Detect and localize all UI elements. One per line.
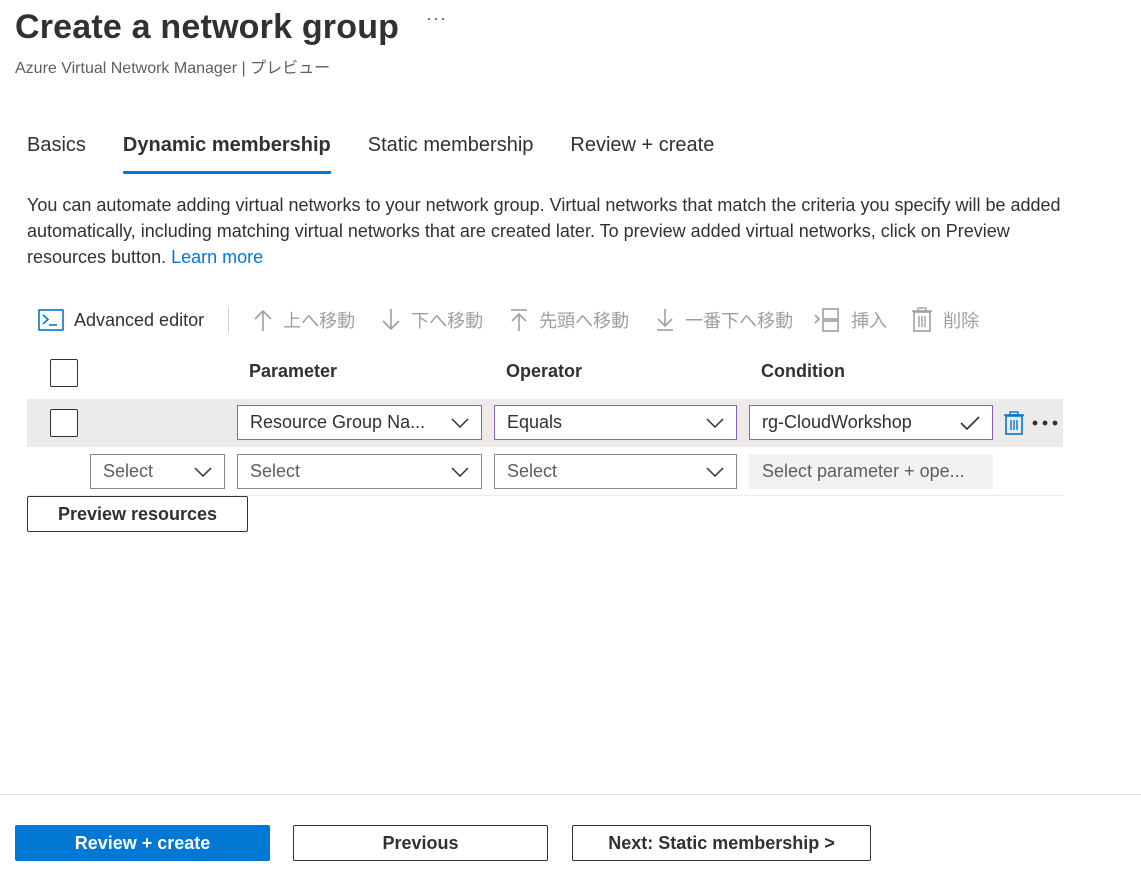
arrow-to-top-icon bbox=[509, 308, 529, 332]
and-or-dropdown[interactable]: Select bbox=[90, 454, 225, 489]
move-down-button[interactable]: 下へ移動 bbox=[381, 307, 483, 333]
tab-static-membership[interactable]: Static membership bbox=[368, 134, 534, 174]
review-create-button[interactable]: Review + create bbox=[15, 825, 270, 861]
page-title: Create a network group bbox=[15, 8, 400, 46]
advanced-editor-button[interactable]: Advanced editor bbox=[38, 309, 204, 331]
trash-icon bbox=[911, 307, 933, 333]
trash-icon[interactable] bbox=[1003, 411, 1025, 435]
arrow-down-icon bbox=[381, 308, 401, 332]
tab-list: Basics Dynamic membership Static members… bbox=[27, 134, 751, 174]
tab-basics[interactable]: Basics bbox=[27, 134, 86, 174]
operator-value: Equals bbox=[507, 412, 563, 432]
more-options-icon[interactable] bbox=[1031, 419, 1059, 427]
row-checkbox[interactable] bbox=[50, 409, 78, 437]
advanced-editor-label: Advanced editor bbox=[74, 309, 205, 330]
parameter-dropdown[interactable]: Resource Group Na... bbox=[237, 405, 482, 440]
chevron-down-icon bbox=[451, 417, 469, 428]
operator-dropdown[interactable]: Equals bbox=[494, 405, 737, 440]
condition-input[interactable]: Select parameter + ope... bbox=[749, 454, 993, 489]
parameter-value: Resource Group Na... bbox=[250, 412, 426, 432]
checkmark-icon bbox=[960, 415, 980, 430]
parameter-value: Select bbox=[250, 461, 301, 481]
move-down-label: 下へ移動 bbox=[411, 311, 484, 331]
insert-label: 挿入 bbox=[851, 311, 888, 331]
operator-dropdown[interactable]: Select bbox=[494, 454, 737, 489]
more-options-button[interactable]: ··· bbox=[426, 8, 447, 29]
chevron-down-icon bbox=[451, 466, 469, 477]
page-header: Create a network group bbox=[15, 8, 399, 47]
criteria-grid: Parameter Operator Condition Resource Gr… bbox=[27, 352, 1063, 496]
move-to-bottom-label: 一番下へ移動 bbox=[685, 311, 794, 331]
tab-review-create[interactable]: Review + create bbox=[570, 134, 714, 174]
and-or-value: Select bbox=[103, 461, 154, 481]
chevron-down-icon bbox=[194, 466, 212, 477]
table-row: Select Select Select Select parameter + … bbox=[27, 448, 1063, 496]
move-to-bottom-button[interactable]: 一番下へ移動 bbox=[655, 307, 793, 333]
previous-button[interactable]: Previous bbox=[293, 825, 548, 861]
header-operator: Operator bbox=[506, 361, 583, 381]
header-condition: Condition bbox=[761, 361, 845, 381]
delete-label: 削除 bbox=[943, 311, 980, 331]
move-to-top-button[interactable]: 先頭へ移動 bbox=[509, 307, 629, 333]
move-to-top-label: 先頭へ移動 bbox=[539, 311, 630, 331]
operator-value: Select bbox=[507, 461, 558, 481]
condition-placeholder: Select parameter + ope... bbox=[762, 461, 965, 481]
select-all-checkbox[interactable] bbox=[50, 359, 78, 387]
move-up-label: 上へ移動 bbox=[283, 311, 356, 331]
preview-resources-button[interactable]: Preview resources bbox=[27, 496, 248, 532]
description: You can automate adding virtual networks… bbox=[27, 192, 1067, 270]
condition-value: rg-CloudWorkshop bbox=[762, 412, 912, 432]
next-button[interactable]: Next: Static membership > bbox=[572, 825, 871, 861]
learn-more-link[interactable]: Learn more bbox=[171, 247, 263, 267]
header-parameter: Parameter bbox=[249, 361, 338, 381]
console-icon bbox=[38, 309, 64, 331]
tab-dynamic-membership[interactable]: Dynamic membership bbox=[122, 134, 331, 174]
page-subtitle: Azure Virtual Network Manager | プレビュー bbox=[15, 60, 331, 77]
move-up-button[interactable]: 上へ移動 bbox=[253, 307, 355, 333]
arrow-up-icon bbox=[253, 308, 273, 332]
footer-divider bbox=[0, 794, 1141, 795]
parameter-dropdown[interactable]: Select bbox=[237, 454, 482, 489]
insert-row-icon bbox=[813, 307, 841, 333]
chevron-down-icon bbox=[706, 466, 724, 477]
arrow-to-bottom-icon bbox=[655, 308, 675, 332]
grid-header-row: Parameter Operator Condition bbox=[27, 352, 1063, 394]
delete-button[interactable]: 削除 bbox=[911, 307, 979, 333]
table-row: Resource Group Na... Equals rg-CloudWork… bbox=[27, 399, 1063, 447]
insert-button[interactable]: 挿入 bbox=[813, 307, 887, 333]
toolbar: Advanced editor 上へ移動 下へ移動 先頭へ移動 一番下へ移動 挿… bbox=[38, 303, 979, 337]
chevron-down-icon bbox=[706, 417, 724, 428]
toolbar-divider bbox=[228, 307, 230, 333]
condition-dropdown[interactable]: rg-CloudWorkshop bbox=[749, 405, 993, 440]
